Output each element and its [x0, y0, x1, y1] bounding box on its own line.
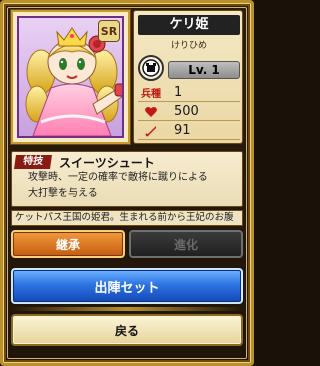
skill-tag: 特技: [14, 155, 52, 169]
character-portrait-card[interactable]: SR: [11, 10, 130, 144]
heart-icon: [138, 105, 164, 119]
divider: [11, 307, 243, 311]
troop-type-icon: 兵種: [141, 89, 161, 100]
character-portrait-art: SR: [17, 16, 124, 138]
unit-type-icon: [138, 55, 164, 81]
troop-value: 1: [174, 85, 183, 100]
rarity-badge: SR: [98, 20, 120, 42]
skill-description-line: 攻撃時、一定の確率で敵将に蹴りによる: [28, 172, 208, 183]
level-indicator: Lv. 1: [168, 61, 240, 79]
hp-value: 500: [174, 104, 199, 119]
character-reading: けりひめ: [170, 41, 207, 51]
evolve-button-disabled[interactable]: 進化: [129, 230, 243, 258]
stat-row-troop: 兵種 1: [138, 84, 240, 102]
sortie-set-button[interactable]: 出陣セット: [11, 268, 243, 304]
skill-description: 攻撃時、一定の確率で敵将に蹴りによる 大打撃を与える: [28, 170, 238, 202]
profile-text: ケットパス王国の姫君。生まれる前から王妃のお腹: [11, 210, 243, 226]
skill-panel: 特技 スイーツシュート 攻撃時、一定の確率で敵将に蹴りによる 大打撃を与える: [11, 151, 243, 207]
inherit-button[interactable]: 継承: [11, 230, 125, 258]
stat-row-hp: 500: [138, 103, 240, 121]
back-button[interactable]: 戻る: [11, 314, 243, 346]
character-name: ケリ姫: [138, 15, 240, 35]
castle-icon: [142, 59, 160, 77]
skill-name: スイーツシュート: [59, 156, 155, 170]
stat-panel: ケリ姫 けりひめ Lv. 1 兵種 1 500 91: [133, 10, 243, 144]
attack-value: 91: [174, 123, 191, 138]
stat-row-attack: 91: [138, 122, 240, 140]
sword-icon: [138, 124, 164, 138]
skill-description-line: 大打撃を与える: [28, 188, 98, 199]
